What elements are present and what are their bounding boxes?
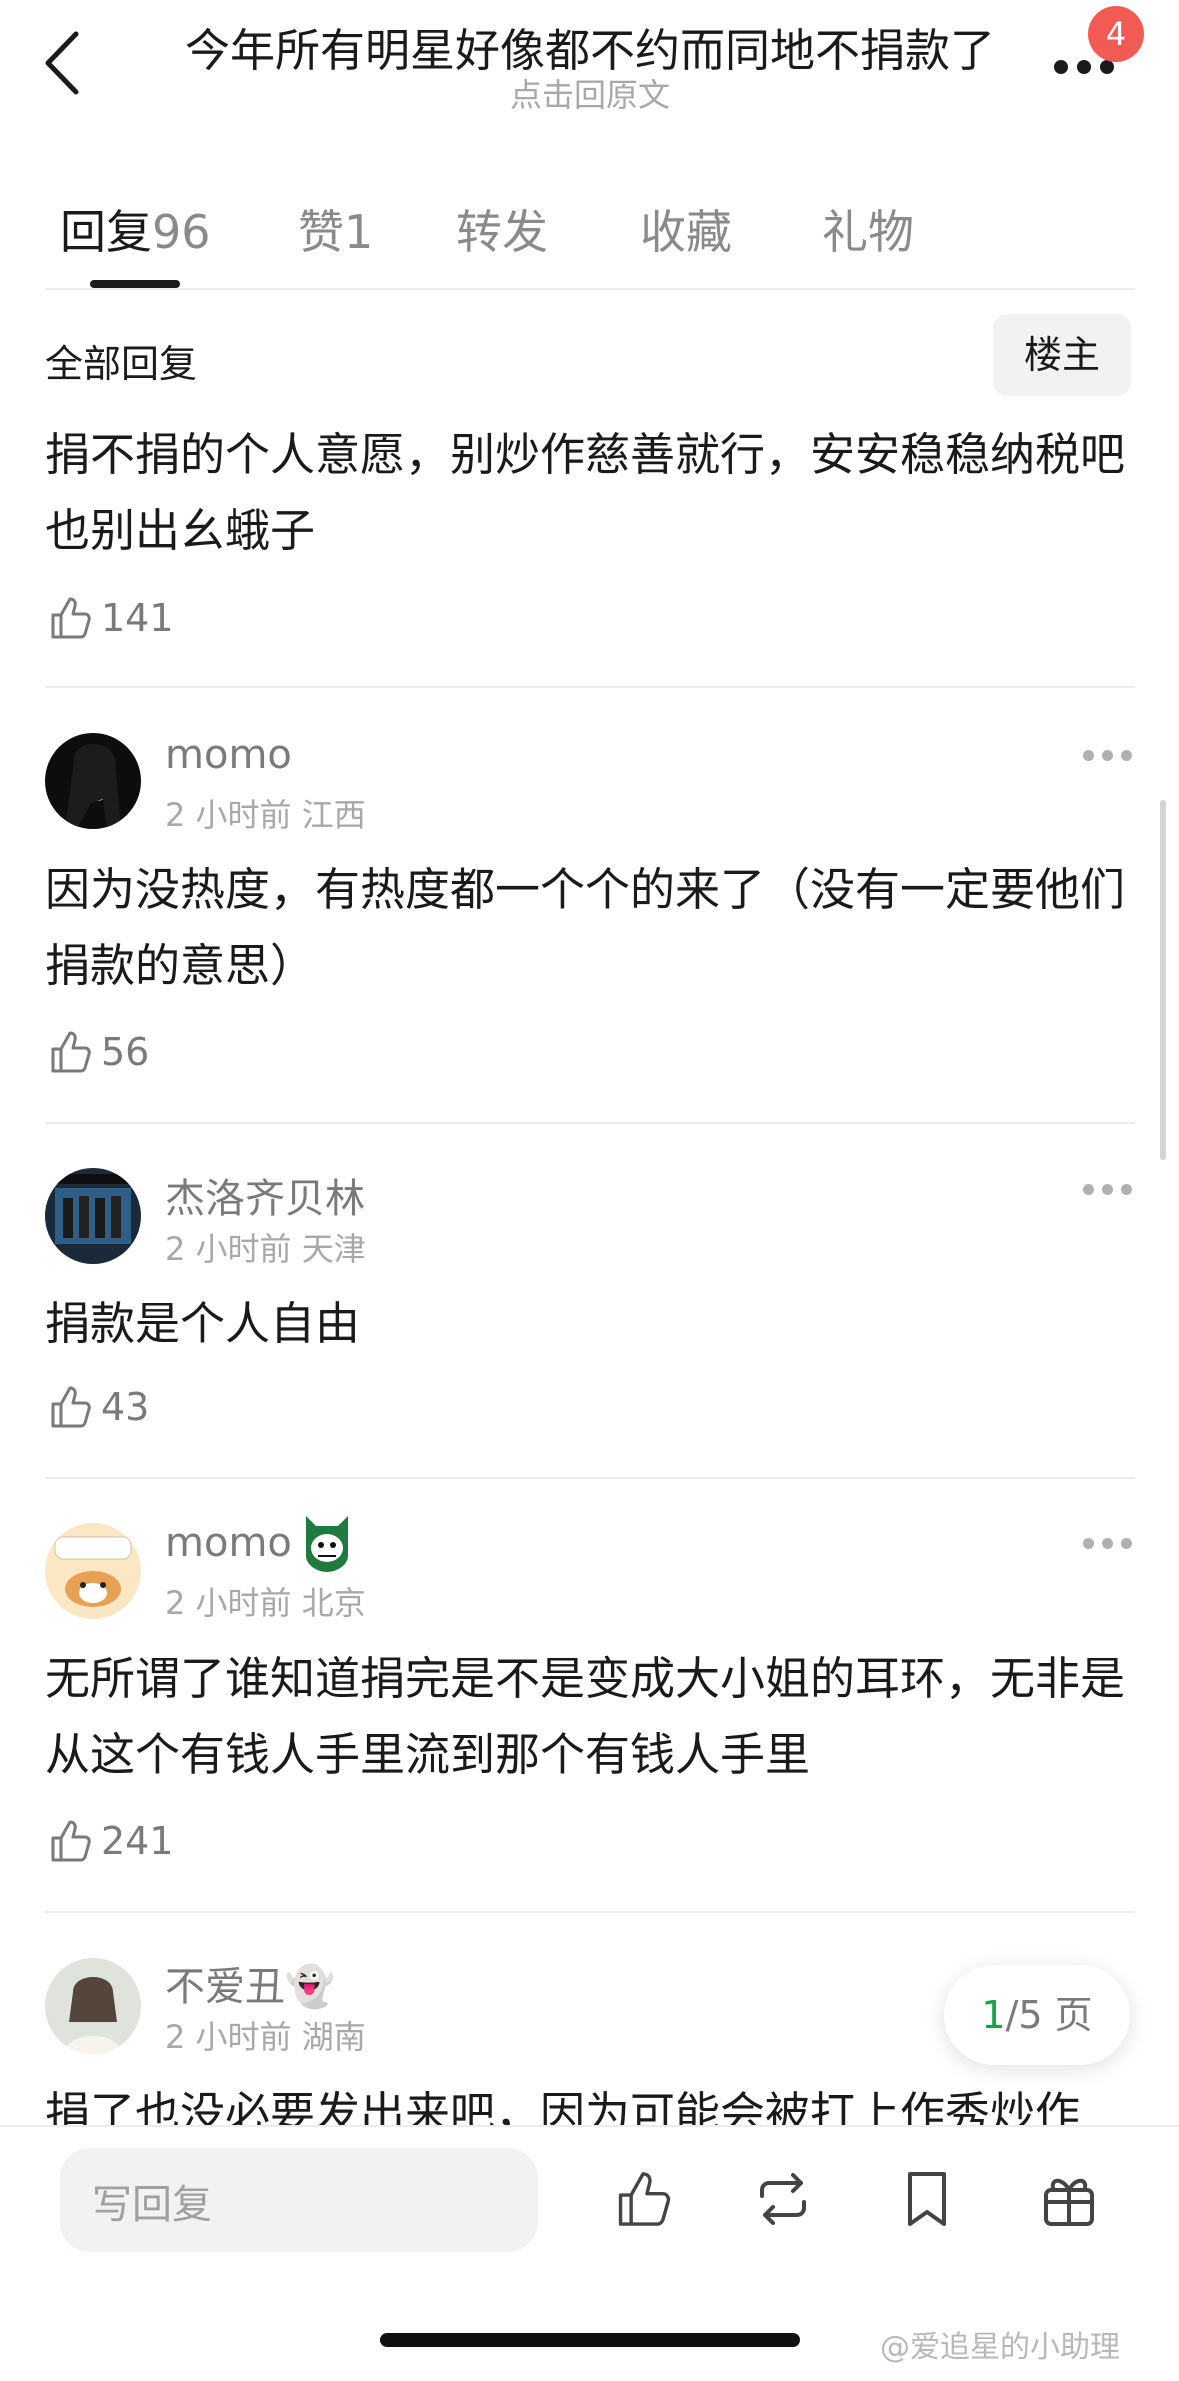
like-count: 56: [101, 1030, 150, 1074]
thumb-up-icon: [51, 597, 91, 639]
bookmark-button[interactable]: [894, 2166, 960, 2232]
tab-count: 1: [344, 205, 374, 259]
divider: [45, 1122, 1135, 1124]
back-to-original-link[interactable]: 点击回原文: [150, 70, 1030, 116]
comment-meta: 2 小时前 北京: [165, 1584, 366, 1622]
divider: [45, 1477, 1135, 1479]
like-count: 241: [101, 1819, 174, 1863]
gift-button[interactable]: [1036, 2166, 1102, 2232]
comment-text: 无所谓了谁知道捐完是不是变成大小姐的耳环，无非是从这个有钱人手里流到那个有钱人手…: [45, 1652, 1126, 1781]
repost-button[interactable]: [750, 2166, 816, 2232]
thumb-up-icon: [51, 1386, 91, 1428]
repost-icon: [760, 2173, 806, 2225]
tab-favorites[interactable]: 收藏: [640, 196, 732, 262]
avatar[interactable]: [45, 1523, 141, 1619]
tab-label: 收藏: [640, 205, 732, 259]
avatar[interactable]: [45, 733, 141, 829]
page-indicator[interactable]: 1/5 页: [944, 1965, 1130, 2065]
back-button[interactable]: [40, 28, 90, 98]
divider: [45, 686, 1135, 688]
like-post-button[interactable]: [610, 2166, 676, 2232]
comment-meta: 2 小时前 湖南: [165, 2018, 366, 2056]
like-count: 141: [101, 596, 174, 640]
comment-text: 捐不捐的个人意愿，别炒作慈善就行，安安稳稳纳税吧也别出幺蛾子: [45, 428, 1126, 557]
like-button[interactable]: 141: [45, 588, 174, 648]
more-icon: [1054, 60, 1068, 74]
user-medal-icon: [298, 1512, 356, 1574]
like-button[interactable]: 43: [45, 1377, 149, 1437]
section-title: 全部回复: [45, 342, 198, 386]
tab-likes[interactable]: 赞1: [298, 196, 373, 262]
thumb-up-icon: [51, 1031, 91, 1073]
username[interactable]: momo: [165, 1520, 292, 1566]
tab-replies[interactable]: 回复96: [60, 196, 211, 262]
bookmark-icon: [908, 2172, 946, 2226]
comment-more-button[interactable]: [1083, 1180, 1133, 1200]
like-button[interactable]: 56: [45, 1022, 149, 1082]
like-count: 43: [101, 1385, 150, 1429]
comment-meta: 2 小时前 天津: [165, 1230, 366, 1268]
comment-text: 捐款是个人自由: [45, 1297, 361, 1350]
username[interactable]: 杰洛齐贝林: [165, 1166, 365, 1224]
tab-count: 96: [152, 205, 211, 259]
tab-reposts[interactable]: 转发: [456, 196, 548, 262]
username[interactable]: 不爱丑👻: [165, 1954, 335, 2012]
tab-label: 礼物: [822, 205, 914, 259]
comment-more-button[interactable]: [1083, 1534, 1133, 1554]
tab-gifts[interactable]: 礼物: [822, 196, 914, 262]
divider: [45, 288, 1135, 290]
like-icon: [618, 2172, 671, 2226]
comment-more-icon: [1083, 750, 1094, 761]
notification-badge: 4: [1088, 6, 1144, 62]
home-indicator[interactable]: [380, 2333, 800, 2347]
comment-meta: 2 小时前 江西: [165, 796, 366, 834]
avatar[interactable]: [45, 1958, 141, 2054]
active-tab-indicator: [90, 280, 180, 288]
divider: [45, 1911, 1135, 1913]
tab-label: 回复: [60, 205, 152, 259]
back-icon: [45, 31, 79, 95]
watermark: @爱追星的小助理: [880, 2330, 1120, 2365]
username[interactable]: momo: [165, 732, 292, 778]
avatar[interactable]: [45, 1168, 141, 1264]
op-only-button[interactable]: 楼主: [993, 314, 1131, 396]
tab-label: 赞: [298, 205, 344, 259]
thumb-up-icon: [51, 1820, 91, 1862]
like-button[interactable]: 241: [45, 1811, 174, 1871]
comment-text: 因为没热度，有热度都一个个的来了（没有一定要他们捐款的意思）: [45, 863, 1126, 992]
gift-icon: [1044, 2178, 1094, 2226]
comment-text: 捐了也没必要发出来吧，因为可能会被打上作秀炒作: [45, 2087, 1081, 2125]
comment-more-button[interactable]: [1083, 746, 1133, 766]
tab-label: 转发: [456, 205, 548, 259]
reply-placeholder: 写回复: [92, 2182, 212, 2228]
scrollbar[interactable]: [1160, 800, 1166, 1160]
